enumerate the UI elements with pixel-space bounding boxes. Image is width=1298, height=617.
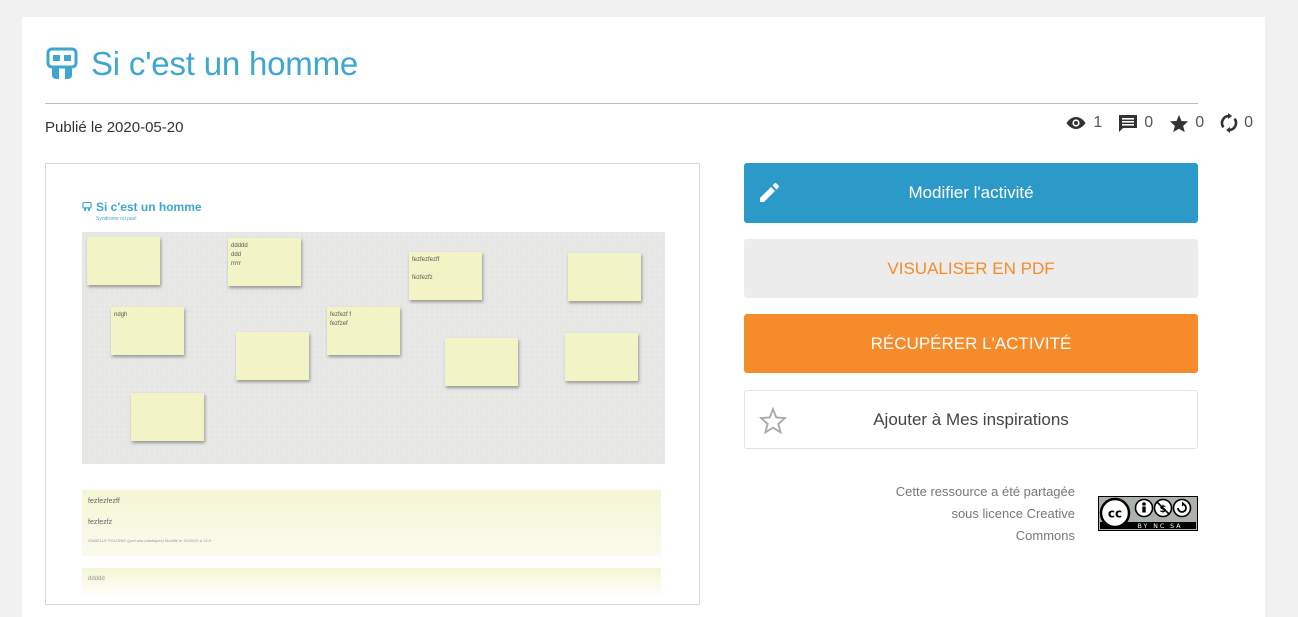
license-text: Cette ressource a été partagée sous lice…	[860, 481, 1075, 547]
view-pdf-label: Visualiser en PDF	[887, 258, 1055, 278]
license-line: Cette ressource a été partagée	[895, 484, 1075, 499]
views-count: 1	[1093, 114, 1103, 131]
list-item: fezfezfz	[88, 519, 113, 526]
title-divider	[45, 103, 1198, 104]
license-line: Commons	[1015, 528, 1075, 543]
sticky-note	[87, 237, 160, 285]
preview-board: ddddd ddd rrrrr fezfezfezff fezfezfz ndg…	[82, 232, 665, 464]
sticky-note: ddddd ddd rrrrr	[228, 238, 301, 286]
views-stat: 1	[1065, 114, 1102, 132]
sticky-note	[565, 333, 638, 381]
list-item: ddddd	[88, 576, 105, 582]
preview-header: Si c'est un homme	[82, 200, 202, 214]
sticky-note	[568, 253, 641, 301]
add-inspiration-label: Ajouter à Mes inspirations	[873, 409, 1069, 429]
license-line: sous licence Creative	[951, 506, 1075, 521]
cc-by-nc-sa-badge[interactable]: cc $ BY NC SA	[1098, 496, 1198, 531]
sticky-note	[236, 332, 309, 380]
preview-list-next: ddddd	[82, 568, 661, 598]
get-activity-label: Récupérer l'activité	[870, 333, 1072, 353]
edit-activity-button[interactable]: Modifier l'activité	[744, 163, 1198, 223]
padlet-board-icon	[45, 47, 79, 81]
edit-activity-label: Modifier l'activité	[908, 183, 1034, 202]
cc-badge-text: BY NC SA	[1138, 523, 1183, 530]
add-inspiration-button[interactable]: Ajouter à Mes inspirations	[744, 390, 1198, 449]
preview-subtitle: Syndrome ou pas!	[96, 216, 137, 222]
sticky-note: fezfezf f fezfzef	[327, 307, 400, 355]
preview-title: Si c'est un homme	[96, 200, 202, 214]
star-outline-icon	[758, 406, 788, 439]
view-pdf-button[interactable]: Visualiser en PDF	[744, 239, 1198, 298]
preview-list: fezfezfezff fezfezfz ISABELLE POLONIO (p…	[82, 490, 661, 556]
reshares-count: 0	[1244, 114, 1253, 131]
sticky-note: ndgh	[111, 307, 184, 355]
get-activity-button[interactable]: Récupérer l'activité	[744, 314, 1198, 373]
page-title: Si c'est un homme	[91, 45, 359, 82]
activity-preview[interactable]: Si c'est un homme Syndrome ou pas! ddddd…	[45, 163, 700, 605]
comments-stat: 0	[1118, 114, 1153, 133]
stars-count: 0	[1195, 114, 1205, 131]
padlet-board-icon	[82, 202, 92, 211]
stats-bar: 1 0 0 0	[1049, 113, 1253, 133]
sticky-note	[445, 338, 518, 386]
pencil-icon	[758, 182, 780, 209]
list-item: fezfezfezff	[88, 498, 120, 505]
publish-date: Publié le 2020-05-20	[45, 119, 184, 136]
star-icon	[1170, 114, 1189, 132]
sticky-note	[131, 393, 204, 441]
svg-text:cc: cc	[1108, 507, 1122, 521]
list-item-author: ISABELLE POLONIO (prof arts plastiques) …	[88, 538, 211, 543]
eye-icon	[1066, 117, 1086, 129]
sync-icon	[1220, 113, 1238, 133]
comments-count: 0	[1144, 114, 1154, 131]
stars-stat: 0	[1169, 114, 1204, 133]
sticky-note: fezfezfezff fezfezfz	[409, 252, 482, 300]
comment-icon	[1119, 114, 1138, 132]
reshares-stat: 0	[1220, 113, 1253, 133]
page-header: Si c'est un homme	[45, 44, 358, 84]
